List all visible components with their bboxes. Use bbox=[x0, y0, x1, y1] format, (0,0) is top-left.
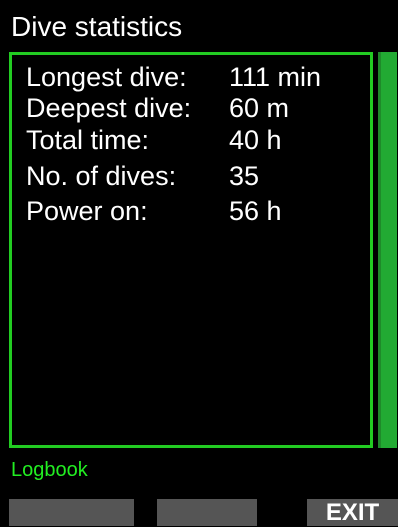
stat-value: 111 min bbox=[229, 62, 322, 92]
stat-value: 60 m bbox=[229, 93, 290, 123]
stat-value: 56 h bbox=[229, 196, 282, 226]
stat-label: Total time: bbox=[26, 125, 150, 155]
scrollbar-thumb[interactable] bbox=[378, 52, 397, 448]
stat-label: No. of dives: bbox=[26, 161, 177, 191]
softkey-left-label bbox=[9, 499, 134, 526]
softkey-center-label bbox=[157, 499, 257, 526]
exit-label: EXIT bbox=[325, 499, 380, 526]
title-bar: Dive statistics bbox=[0, 0, 398, 50]
section-label-logbook: Logbook bbox=[11, 459, 88, 481]
stat-label: Longest dive: bbox=[26, 62, 187, 92]
softkey-center-button[interactable] bbox=[157, 499, 257, 526]
stat-value: 35 bbox=[229, 161, 260, 191]
exit-button[interactable]: EXIT bbox=[307, 499, 398, 526]
stat-label: Power on: bbox=[26, 196, 148, 226]
stat-label: Deepest dive: bbox=[26, 93, 192, 123]
softkey-left-button[interactable] bbox=[9, 499, 134, 526]
stat-value: 40 h bbox=[229, 125, 282, 155]
page-title: Dive statistics bbox=[11, 11, 183, 42]
